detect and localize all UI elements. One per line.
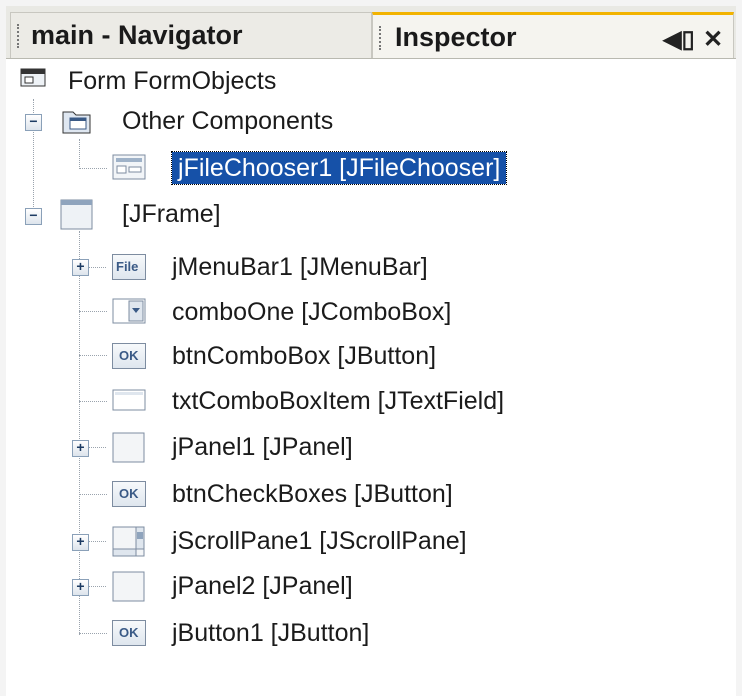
textfield-icon <box>112 386 146 416</box>
minimize-window-icon[interactable]: ◀▯ <box>663 19 695 61</box>
drag-grip-icon[interactable] <box>379 26 383 50</box>
tree-connector <box>86 541 106 542</box>
tree-connector <box>79 139 80 169</box>
tree-node-label: btnComboBox [JButton] <box>172 342 437 370</box>
tree-node-label: jMenuBar1 [JMenuBar] <box>172 253 428 281</box>
tree-connector <box>86 447 106 448</box>
tree-connector <box>79 355 107 356</box>
tree-connector <box>79 494 107 495</box>
scrollpane-icon <box>112 526 146 557</box>
tab-bar: main - Navigator Inspector ◀▯ ✕ <box>6 6 736 59</box>
tree-node-jframe[interactable]: [JFrame] <box>46 194 346 234</box>
tree-node-label: [JFrame] <box>122 200 221 228</box>
tree-node-label: jPanel1 [JPanel] <box>172 433 353 461</box>
collapse-toggle[interactable]: − <box>25 114 42 131</box>
tree-connector <box>86 267 106 268</box>
tree-node-label: jFileChooser1 [JFileChooser] <box>170 151 508 185</box>
tree-connector <box>79 231 80 635</box>
expand-toggle[interactable]: + <box>72 534 89 551</box>
tree-node-button[interactable]: OK btnCheckBoxes [JButton] <box>106 474 526 514</box>
menubar-icon: File <box>112 252 146 282</box>
tab-navigator[interactable]: main - Navigator <box>10 12 372 58</box>
tree-node-label: txtComboBoxItem [JTextField] <box>172 387 505 415</box>
close-icon[interactable]: ✕ <box>703 19 723 61</box>
component-tree: Form FormObjects − Other Components jFil… <box>6 59 736 696</box>
tree-node-label: btnCheckBoxes [JButton] <box>172 480 453 508</box>
file-chooser-icon <box>112 153 146 183</box>
tree-connector <box>86 586 106 587</box>
expand-toggle[interactable]: + <box>72 579 89 596</box>
tree-node-button[interactable]: OK jButton1 [JButton] <box>106 613 506 653</box>
tab-inspector[interactable]: Inspector ◀▯ ✕ <box>372 12 734 58</box>
tree-node-button[interactable]: OK btnComboBox [JButton] <box>106 336 526 376</box>
tree-connector <box>79 633 107 634</box>
panel-icon <box>112 571 146 602</box>
drag-grip-icon[interactable] <box>17 24 21 48</box>
window-edge-right <box>736 6 742 696</box>
tree-node-label: comboOne [JComboBox] <box>172 298 452 326</box>
expand-toggle[interactable]: + <box>72 259 89 276</box>
expand-toggle[interactable]: + <box>72 440 89 457</box>
tree-node-combobox[interactable]: comboOne [JComboBox] <box>106 292 526 332</box>
tree-node-textfield[interactable]: txtComboBoxItem [JTextField] <box>106 381 586 421</box>
tree-node-label: Form FormObjects <box>68 67 277 95</box>
tree-node-file-chooser[interactable]: jFileChooser1 [JFileChooser] <box>106 148 546 188</box>
tree-node-label: Other Components <box>122 107 334 135</box>
collapse-toggle[interactable]: − <box>25 208 42 225</box>
tree-node-label: jScrollPane1 [JScrollPane] <box>172 527 467 555</box>
tree-node-panel[interactable]: jPanel2 [JPanel] <box>106 566 506 606</box>
tree-connector <box>79 311 107 312</box>
tab-label: main - Navigator <box>31 20 243 50</box>
combobox-icon <box>112 297 146 327</box>
tree-node-label: jButton1 [JButton] <box>172 619 370 647</box>
panel-icon <box>112 432 146 463</box>
tree-node-other-components[interactable]: Other Components <box>46 101 466 141</box>
tree-node-scrollpane[interactable]: jScrollPane1 [JScrollPane] <box>106 521 526 561</box>
form-icon <box>20 66 54 96</box>
folder-components-icon <box>60 106 94 136</box>
tab-label: Inspector <box>395 22 517 52</box>
button-icon: OK <box>112 479 146 509</box>
tree-connector <box>79 401 107 402</box>
tree-node-panel[interactable]: jPanel1 [JPanel] <box>106 427 506 467</box>
tree-connector <box>79 168 107 169</box>
tree-node-menubar[interactable]: File jMenuBar1 [JMenuBar] <box>106 247 506 287</box>
button-icon: OK <box>112 618 146 648</box>
tree-node-label: jPanel2 [JPanel] <box>172 572 353 600</box>
frame-icon <box>60 199 94 230</box>
button-icon: OK <box>112 341 146 371</box>
tree-node-form[interactable]: Form FormObjects <box>6 61 406 101</box>
